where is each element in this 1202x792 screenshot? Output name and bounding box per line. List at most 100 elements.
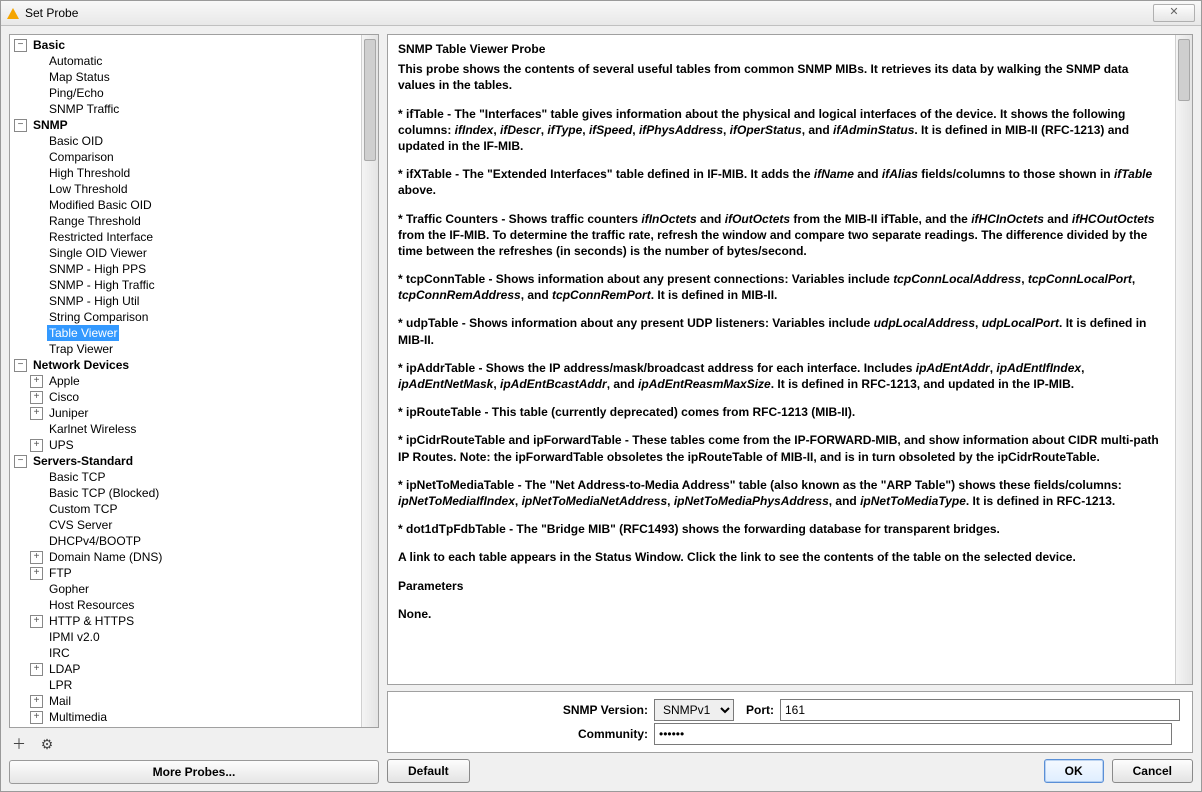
tree-item-label[interactable]: Comparison: [47, 149, 116, 165]
tree-item[interactable]: String Comparison: [30, 309, 361, 325]
tree-item-label[interactable]: Basic OID: [47, 133, 105, 149]
tree-item[interactable]: Map Status: [30, 69, 361, 85]
tree-item-label[interactable]: SNMP - High Util: [47, 293, 141, 309]
tree-item-label[interactable]: LDAP: [47, 661, 82, 677]
tree-item[interactable]: Basic TCP: [30, 469, 361, 485]
tree-item[interactable]: Basic OID: [30, 133, 361, 149]
tree-item-label[interactable]: High Threshold: [47, 165, 132, 181]
tree-toggle-icon[interactable]: +: [30, 663, 43, 676]
tree-item[interactable]: Trap Viewer: [30, 341, 361, 357]
tree-item-label[interactable]: IRC: [47, 645, 72, 661]
tree-toggle-icon[interactable]: +: [30, 375, 43, 388]
tree-item[interactable]: Ping/Echo: [30, 85, 361, 101]
tree-item[interactable]: Modified Basic OID: [30, 197, 361, 213]
tree-item-label[interactable]: Basic TCP (Blocked): [47, 485, 161, 501]
tree-item-label[interactable]: Basic TCP: [47, 469, 107, 485]
tree-item[interactable]: +Multimedia: [30, 709, 361, 725]
snmp-version-select[interactable]: SNMPv1: [654, 699, 734, 721]
tree-toggle-icon[interactable]: −: [14, 359, 27, 372]
tree-item[interactable]: Low Threshold: [30, 181, 361, 197]
tree-toggle-icon[interactable]: +: [30, 695, 43, 708]
tree-item-label[interactable]: Low Threshold: [47, 181, 130, 197]
tree-item[interactable]: + HTTP & HTTPS: [30, 613, 361, 629]
tree-toggle-icon[interactable]: +: [30, 439, 43, 452]
tree-item-label[interactable]: Trap Viewer: [47, 341, 115, 357]
tree-item[interactable]: IRC: [30, 645, 361, 661]
tree-item[interactable]: SNMP - High Util: [30, 293, 361, 309]
tree-item-label[interactable]: String Comparison: [47, 309, 150, 325]
tree-item-label[interactable]: SNMP - High Traffic: [47, 277, 157, 293]
tree-item-label[interactable]: Ping/Echo: [47, 85, 106, 101]
tree-item[interactable]: Table Viewer: [30, 325, 361, 341]
tree-item-label[interactable]: Single OID Viewer: [47, 245, 149, 261]
close-button[interactable]: ✕: [1153, 4, 1195, 22]
tree-item[interactable]: + Apple: [30, 373, 361, 389]
tree-item[interactable]: Single OID Viewer: [30, 245, 361, 261]
tree-toggle-icon[interactable]: +: [30, 407, 43, 420]
tree-item-label[interactable]: Basic: [31, 37, 67, 53]
tree-item[interactable]: +Domain Name (DNS): [30, 549, 361, 565]
tree-item[interactable]: Karlnet Wireless: [30, 421, 361, 437]
tree-scrollbar[interactable]: [361, 35, 378, 727]
tree-toggle-icon[interactable]: −: [14, 39, 27, 52]
tree-item-label[interactable]: Restricted Interface: [47, 229, 155, 245]
tree-item-label[interactable]: Custom TCP: [47, 501, 119, 517]
tree-toggle-icon[interactable]: −: [14, 455, 27, 468]
tree-item-label[interactable]: Range Threshold: [47, 213, 143, 229]
tree-item-label[interactable]: SNMP - High PPS: [47, 261, 148, 277]
tree-item-label[interactable]: Map Status: [47, 69, 112, 85]
tree-toggle-icon[interactable]: +: [30, 567, 43, 580]
desc-scrollbar[interactable]: [1175, 35, 1192, 684]
tree-item[interactable]: Automatic: [30, 53, 361, 69]
ok-button[interactable]: OK: [1044, 759, 1104, 783]
tree-item-label[interactable]: Juniper: [47, 405, 90, 421]
tree-item-label[interactable]: IPMI v2.0: [47, 629, 102, 645]
tree-item-label[interactable]: Host Resources: [47, 597, 136, 613]
tree-item-label[interactable]: Domain Name (DNS): [47, 549, 164, 565]
tree-item-label[interactable]: Gopher: [47, 581, 91, 597]
tree-item[interactable]: LPR: [30, 677, 361, 693]
tree-item-label[interactable]: CVS Server: [47, 517, 114, 533]
tree-item[interactable]: IPMI v2.0: [30, 629, 361, 645]
tree-toggle-icon[interactable]: +: [30, 615, 43, 628]
tree-item[interactable]: + LDAP: [30, 661, 361, 677]
gear-icon[interactable]: ⚙: [37, 734, 57, 754]
tree-item[interactable]: Restricted Interface: [30, 229, 361, 245]
tree-item[interactable]: + Juniper: [30, 405, 361, 421]
tree-item[interactable]: Host Resources: [30, 597, 361, 613]
tree-item-label[interactable]: Servers-Standard: [31, 453, 135, 469]
more-probes-button[interactable]: More Probes...: [9, 760, 379, 784]
scrollbar-thumb[interactable]: [1178, 39, 1190, 101]
community-input[interactable]: [654, 723, 1172, 745]
tree-item[interactable]: Basic TCP (Blocked): [30, 485, 361, 501]
tree-item[interactable]: Comparison: [30, 149, 361, 165]
tree-item[interactable]: + UPS: [30, 437, 361, 453]
tree-item-label[interactable]: DHCPv4/BOOTP: [47, 533, 143, 549]
scrollbar-thumb[interactable]: [364, 39, 376, 161]
tree-item-label[interactable]: SNMP: [31, 117, 70, 133]
tree-item[interactable]: SNMP - High PPS: [30, 261, 361, 277]
tree-item[interactable]: SNMP - High Traffic: [30, 277, 361, 293]
tree-item[interactable]: DHCPv4/BOOTP: [30, 533, 361, 549]
port-input[interactable]: [780, 699, 1180, 721]
tree-item-label[interactable]: UPS: [47, 437, 76, 453]
tree-item-label[interactable]: FTP: [47, 565, 74, 581]
tree-item-label[interactable]: Automatic: [47, 53, 104, 69]
tree-item[interactable]: + FTP: [30, 565, 361, 581]
tree-item[interactable]: High Threshold: [30, 165, 361, 181]
tree-item[interactable]: Range Threshold: [30, 213, 361, 229]
tree-item-label[interactable]: HTTP & HTTPS: [47, 613, 136, 629]
tree-item-label[interactable]: Table Viewer: [47, 325, 119, 341]
tree-item[interactable]: −Basic: [14, 37, 361, 53]
tree-item-label[interactable]: Karlnet Wireless: [47, 421, 138, 437]
tree-item-label[interactable]: Network Devices: [31, 357, 131, 373]
tree-item[interactable]: −SNMP: [14, 117, 361, 133]
tree-item[interactable]: CVS Server: [30, 517, 361, 533]
tree-toggle-icon[interactable]: −: [14, 119, 27, 132]
tree-item-label[interactable]: Apple: [47, 373, 82, 389]
tree-item[interactable]: +Cisco: [30, 389, 361, 405]
tree-item[interactable]: −Network Devices: [14, 357, 361, 373]
tree-item[interactable]: +Mail: [30, 693, 361, 709]
tree-item-label[interactable]: Modified Basic OID: [47, 197, 154, 213]
tree-item[interactable]: Custom TCP: [30, 501, 361, 517]
